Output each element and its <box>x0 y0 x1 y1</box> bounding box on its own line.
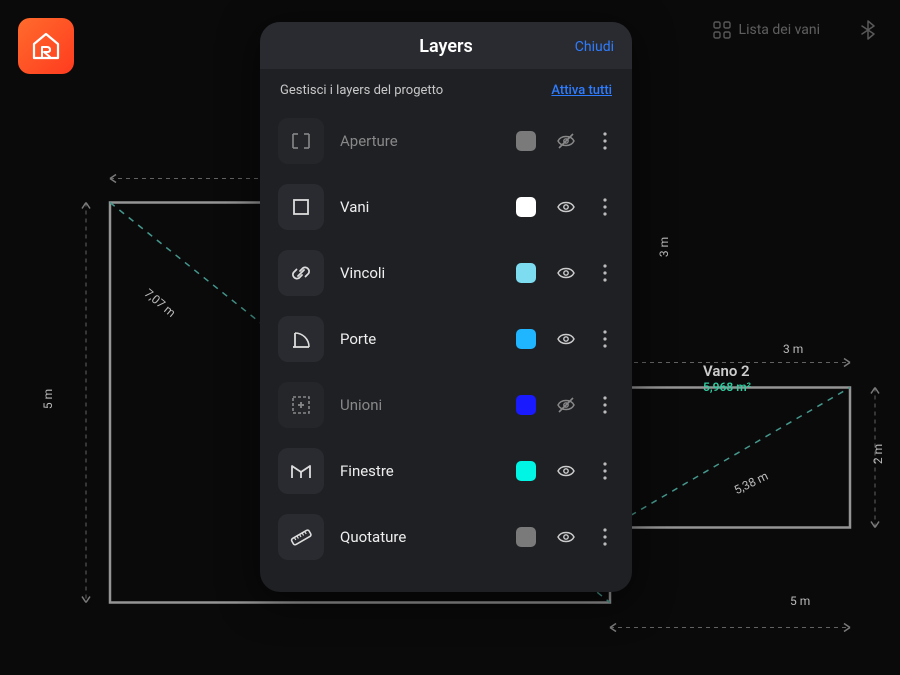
union-icon <box>289 393 313 417</box>
visibility-toggle[interactable] <box>552 461 580 481</box>
close-button[interactable]: Chiudi <box>575 39 614 55</box>
more-options-button[interactable] <box>596 329 614 349</box>
bluetooth-button[interactable] <box>850 14 886 46</box>
room-label: Vano 2 5,968 m² <box>703 362 751 394</box>
color-swatch[interactable] <box>516 395 536 415</box>
layer-row[interactable]: Vincoli <box>278 240 614 306</box>
color-swatch[interactable] <box>516 461 536 481</box>
room-area: 5,968 m² <box>703 380 751 394</box>
dots-vertical-icon <box>602 329 608 349</box>
layer-name: Unioni <box>340 396 500 414</box>
eye-icon <box>556 263 576 283</box>
modal-subheader: Gestisci i layers del progetto Attiva tu… <box>260 69 632 108</box>
eye-off-icon <box>556 131 576 151</box>
layer-name: Quotature <box>340 528 500 546</box>
eye-icon <box>556 197 576 217</box>
layers-modal: Layers Chiudi Gestisci i layers del prog… <box>260 22 632 592</box>
layer-icon-box <box>278 250 324 296</box>
layer-name: Finestre <box>340 462 500 480</box>
aperture-icon <box>289 129 313 153</box>
room-icon <box>289 195 313 219</box>
color-swatch[interactable] <box>516 197 536 217</box>
layer-row[interactable]: Porte <box>278 306 614 372</box>
diagonal-dim-2: 5,38 m <box>732 469 771 497</box>
window-icon <box>289 459 313 483</box>
modal-subtitle: Gestisci i layers del progetto <box>280 83 443 98</box>
eye-off-icon <box>556 395 576 415</box>
layer-row[interactable]: Unioni <box>278 372 614 438</box>
visibility-toggle[interactable] <box>552 197 580 217</box>
house-r-icon <box>30 30 62 62</box>
dim-5m-bottom: 5 m <box>790 594 810 608</box>
color-swatch[interactable] <box>516 329 536 349</box>
dots-vertical-icon <box>602 263 608 283</box>
layer-list: Aperture Vani <box>260 108 632 592</box>
color-swatch[interactable] <box>516 527 536 547</box>
layer-icon-box <box>278 316 324 362</box>
layer-name: Porte <box>340 330 500 348</box>
more-options-button[interactable] <box>596 395 614 415</box>
dots-vertical-icon <box>602 461 608 481</box>
dots-vertical-icon <box>602 197 608 217</box>
visibility-toggle[interactable] <box>552 131 580 151</box>
more-options-button[interactable] <box>596 527 614 547</box>
room-name: Vano 2 <box>703 362 751 380</box>
more-options-button[interactable] <box>596 263 614 283</box>
color-swatch[interactable] <box>516 263 536 283</box>
visibility-toggle[interactable] <box>552 527 580 547</box>
layer-name: Vincoli <box>340 264 500 282</box>
layer-icon-box <box>278 184 324 230</box>
layer-icon-box <box>278 382 324 428</box>
layer-name: Aperture <box>340 132 500 150</box>
layer-icon-box <box>278 118 324 164</box>
visibility-toggle[interactable] <box>552 329 580 349</box>
more-options-button[interactable] <box>596 197 614 217</box>
layer-icon-box <box>278 514 324 560</box>
top-toolbar: Lista dei vani <box>703 14 886 46</box>
dim-3m-vertical: 3 m <box>657 237 671 257</box>
more-options-button[interactable] <box>596 131 614 151</box>
modal-title: Layers <box>419 36 473 57</box>
measure-icon <box>289 525 313 549</box>
grid-icon <box>713 21 731 39</box>
link-icon <box>289 261 313 285</box>
room-list-button[interactable]: Lista dei vani <box>703 15 830 45</box>
visibility-toggle[interactable] <box>552 395 580 415</box>
more-options-button[interactable] <box>596 461 614 481</box>
layer-icon-box <box>278 448 324 494</box>
modal-header: Layers Chiudi <box>260 22 632 69</box>
door-icon <box>289 327 313 351</box>
room-list-label: Lista dei vani <box>739 22 820 38</box>
dim-5m-vertical: 5 m <box>41 389 55 409</box>
dots-vertical-icon <box>602 395 608 415</box>
app-icon[interactable] <box>18 18 74 74</box>
diagonal-dim-1: 7,07 m <box>142 286 179 320</box>
bluetooth-icon <box>860 20 876 40</box>
dots-vertical-icon <box>602 527 608 547</box>
layer-name: Vani <box>340 198 500 216</box>
dim-3m-top: 3 m <box>783 342 803 356</box>
layer-row[interactable]: Finestre <box>278 438 614 504</box>
activate-all-button[interactable]: Attiva tutti <box>551 83 612 98</box>
eye-icon <box>556 461 576 481</box>
layer-row[interactable]: Vani <box>278 174 614 240</box>
visibility-toggle[interactable] <box>552 263 580 283</box>
eye-icon <box>556 329 576 349</box>
layer-row[interactable]: Aperture <box>278 108 614 174</box>
dim-2m: 2 m <box>871 444 885 464</box>
color-swatch[interactable] <box>516 131 536 151</box>
layer-row[interactable]: Quotature <box>278 504 614 570</box>
dots-vertical-icon <box>602 131 608 151</box>
eye-icon <box>556 527 576 547</box>
